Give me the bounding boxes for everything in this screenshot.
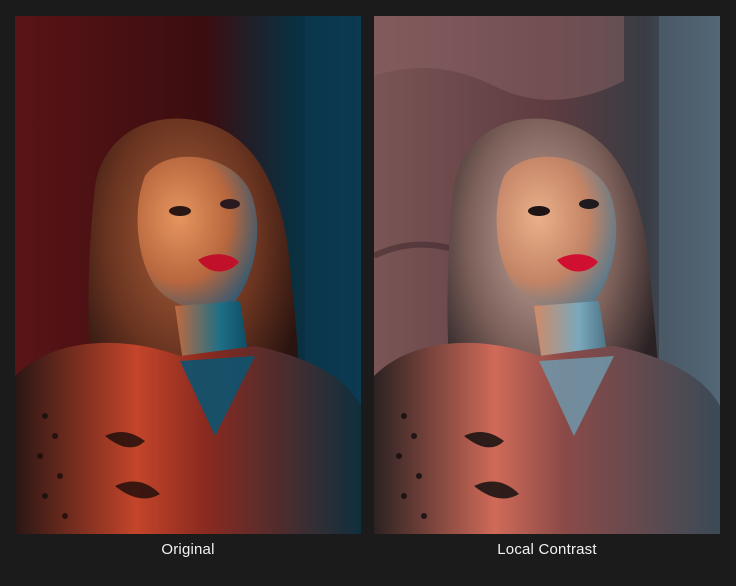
original-photo <box>15 16 361 534</box>
portrait-illustration-local-contrast <box>374 16 720 534</box>
caption-local-contrast: Local Contrast <box>497 541 597 558</box>
local-contrast-photo <box>374 16 720 534</box>
caption-original: Original <box>161 541 215 558</box>
portrait-illustration-original <box>15 16 361 534</box>
